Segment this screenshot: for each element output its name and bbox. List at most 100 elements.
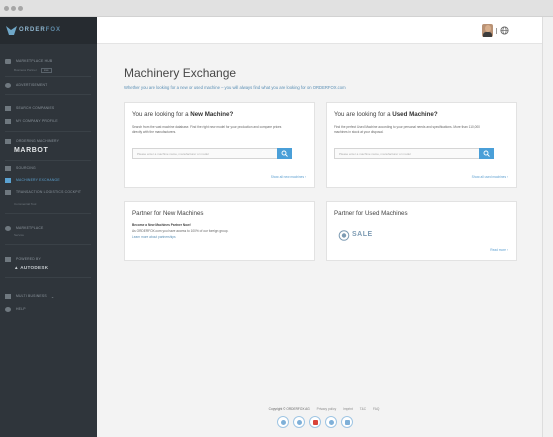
logo[interactable]: ORDERFOX bbox=[0, 17, 97, 44]
hub-icon bbox=[5, 58, 11, 64]
card-title: You are looking for a New Machine? bbox=[132, 111, 234, 118]
sidebar-item-label: Marketplace Hub bbox=[16, 59, 53, 63]
chevron-down-icon: ⌄ bbox=[50, 293, 55, 299]
sidebar-item-powered-by[interactable]: Powered by bbox=[5, 254, 93, 264]
partnership-link[interactable]: Learn more about partnerships bbox=[132, 235, 282, 240]
sidebar-item-sourcing[interactable]: Sourcing bbox=[5, 163, 93, 173]
terms-link[interactable]: T&C bbox=[360, 407, 366, 411]
main-content: Machinery Exchange Whether you are looki… bbox=[97, 44, 542, 437]
xing-icon[interactable] bbox=[325, 416, 337, 428]
avatar[interactable] bbox=[482, 24, 493, 37]
read-more-link[interactable]: Read more › bbox=[490, 248, 508, 252]
help-icon bbox=[5, 306, 11, 312]
sale-logo-text: SALE bbox=[352, 231, 373, 238]
megaphone-icon bbox=[5, 82, 11, 88]
logo-text: ORDERFOX bbox=[19, 27, 62, 33]
exchange-icon bbox=[5, 177, 11, 183]
divider bbox=[5, 131, 91, 132]
card-title: Partner for New Machines bbox=[132, 210, 204, 217]
sidebar-item-label: Multi Business bbox=[16, 294, 47, 298]
show-used-machines-link[interactable]: Show all used machines › bbox=[472, 175, 508, 179]
top-bar bbox=[97, 17, 542, 44]
screen: ORDERFOX Marketplace Hub Business Partne… bbox=[0, 0, 553, 437]
sidebar-item-marketplace-hub[interactable]: Marketplace Hub bbox=[5, 56, 93, 66]
sidebar-item-label: Machinery Exchange bbox=[16, 178, 60, 182]
sidebar-item-label: Ordering Machinery bbox=[16, 139, 60, 143]
footer-links: Copyright © ORDERFOX AG Privacy policy I… bbox=[224, 407, 424, 411]
browser-chrome bbox=[0, 0, 553, 17]
sidebar-item-label: Transaction Logistics Cockpit bbox=[16, 189, 82, 194]
live-badge: Live bbox=[40, 68, 52, 73]
sidebar-item-machinery-exchange[interactable]: Machinery Exchange bbox=[5, 175, 93, 185]
search-icon bbox=[281, 150, 288, 157]
sidebar-item-advertisement[interactable]: Advertisement bbox=[5, 80, 93, 90]
sidebar-sub-business-partner: Business Partner Live bbox=[14, 68, 52, 73]
facebook-icon[interactable] bbox=[277, 416, 289, 428]
sidebar-item-label: Help bbox=[16, 307, 26, 311]
autodesk-a-icon: ▲ bbox=[14, 265, 19, 270]
sidebar: ORDERFOX Marketplace Hub Business Partne… bbox=[0, 17, 97, 437]
card-text: As ORDERFOX.com you have access to 100% … bbox=[132, 229, 229, 233]
sidebar-item-search-companies[interactable]: Search Companies bbox=[5, 103, 93, 113]
partner-used-card: Partner for Used Machines SALE Read more… bbox=[326, 201, 517, 261]
copyright-text: Copyright © ORDERFOX AG bbox=[268, 407, 310, 411]
page-subtitle: Whether you are looking for a new or use… bbox=[124, 85, 346, 90]
sidebar-item-label: Sourcing bbox=[16, 166, 36, 170]
sidebar-item-multi-business[interactable]: Multi Business ⌄ bbox=[5, 291, 93, 301]
marbot-label: MARBOT bbox=[14, 147, 49, 154]
youtube-icon[interactable] bbox=[309, 416, 321, 428]
window-minimize-dot[interactable] bbox=[11, 6, 16, 11]
search-placeholder: Please enter a machine name, manufacture… bbox=[137, 152, 209, 156]
linkedin-icon[interactable] bbox=[341, 416, 353, 428]
pin-icon bbox=[5, 225, 11, 231]
sidebar-item-logistics-cockpit[interactable]: Transaction Logistics Cockpit bbox=[5, 187, 93, 197]
show-new-machines-link[interactable]: Show all new machines › bbox=[271, 175, 306, 179]
card-text: Search from the vast machine database. F… bbox=[132, 125, 282, 134]
window-maximize-dot[interactable] bbox=[18, 6, 23, 11]
divider bbox=[496, 28, 497, 34]
sidebar-sub-service: Service bbox=[14, 233, 25, 237]
sidebar-item-ordering-machinery[interactable]: Ordering Machinery bbox=[5, 136, 93, 146]
check-icon bbox=[5, 256, 11, 262]
new-machine-search-input[interactable]: Please enter a machine name, manufacture… bbox=[132, 148, 292, 159]
sidebar-sub-commercial-tool: Commercial Tool bbox=[14, 202, 37, 206]
gear-icon bbox=[5, 138, 11, 144]
autodesk-logo[interactable]: ▲ AUTODESK bbox=[14, 265, 48, 270]
autodesk-label: AUTODESK bbox=[20, 265, 49, 270]
truck-icon bbox=[5, 189, 11, 195]
partner-new-card: Partner for New Machines Become a New Ma… bbox=[124, 201, 315, 261]
used-machine-card: You are looking for a Used Machine? Find… bbox=[326, 102, 517, 188]
scrollbar[interactable] bbox=[542, 17, 553, 437]
used-machine-search-input[interactable]: Please enter a machine name, manufacture… bbox=[334, 148, 494, 159]
card-title: You are looking for a Used Machine? bbox=[334, 111, 438, 118]
used-machine-search-button[interactable] bbox=[479, 148, 494, 159]
divider bbox=[5, 213, 91, 214]
sidebar-item-label: My Company Profile bbox=[16, 119, 58, 123]
imprint-link[interactable]: Imprint bbox=[343, 407, 353, 411]
divider bbox=[5, 244, 91, 245]
sidebar-item-marketplace[interactable]: Marketplace bbox=[5, 223, 93, 233]
divider bbox=[5, 277, 91, 278]
twitter-icon[interactable] bbox=[293, 416, 305, 428]
window-close-dot[interactable] bbox=[4, 6, 9, 11]
briefcase-icon bbox=[5, 293, 11, 299]
card-bold-line: Become a New Machines Partner Now! bbox=[132, 223, 191, 227]
new-machine-search-button[interactable] bbox=[277, 148, 292, 159]
sidebar-item-label: Search Companies bbox=[16, 106, 55, 110]
new-machine-card: You are looking for a New Machine? Searc… bbox=[124, 102, 315, 188]
building-icon bbox=[5, 118, 11, 124]
social-icons bbox=[277, 416, 357, 428]
globe-icon[interactable] bbox=[500, 26, 509, 35]
search-icon bbox=[483, 150, 490, 157]
sidebar-item-label: Advertisement bbox=[16, 83, 48, 87]
page-title: Machinery Exchange bbox=[124, 66, 237, 80]
privacy-link[interactable]: Privacy policy bbox=[317, 407, 337, 411]
faq-link[interactable]: FAQ bbox=[373, 407, 379, 411]
divider bbox=[5, 94, 91, 95]
card-text: Find the perfect Used Machine according … bbox=[334, 125, 480, 134]
sidebar-item-company-profile[interactable]: My Company Profile bbox=[5, 116, 93, 126]
sidebar-item-label: Marketplace bbox=[16, 226, 44, 230]
divider bbox=[5, 76, 91, 77]
sidebar-item-help[interactable]: Help bbox=[5, 304, 93, 314]
sidebar-item-label: Powered by bbox=[16, 257, 41, 261]
